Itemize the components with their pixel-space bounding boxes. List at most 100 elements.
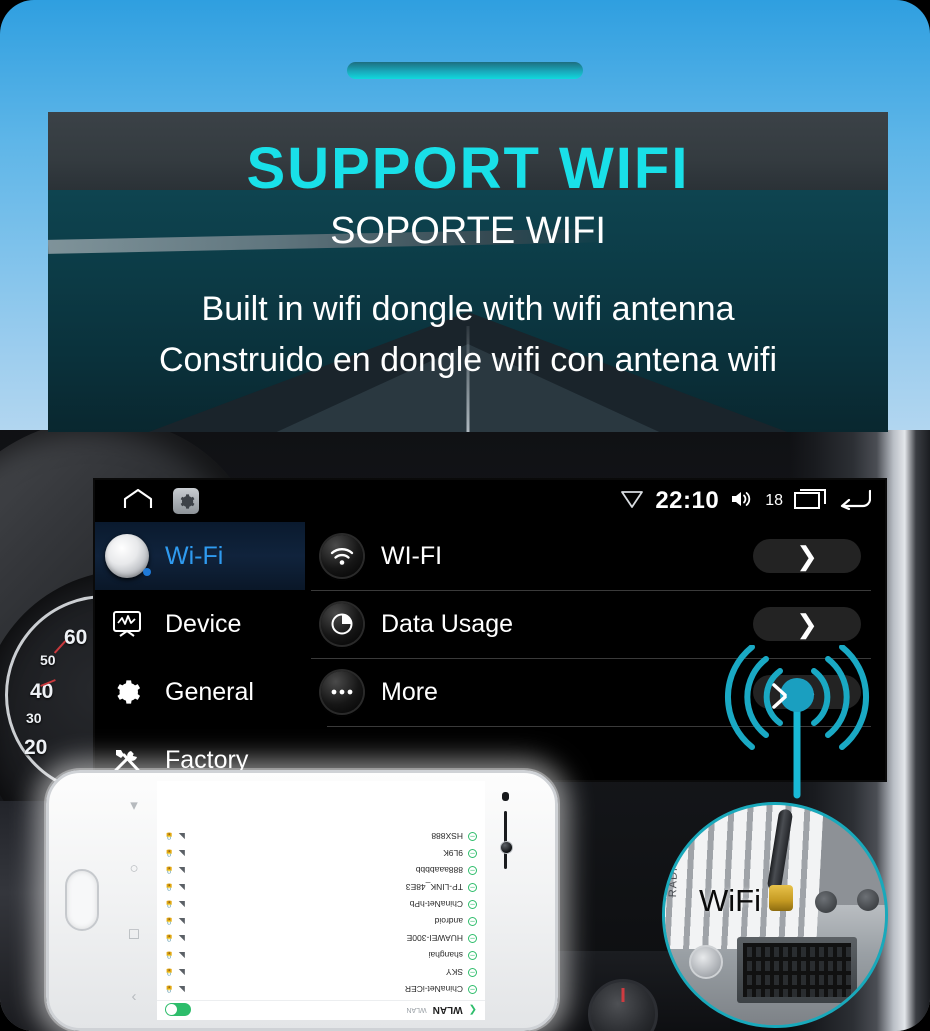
sidebar-item-wifi[interactable]: Wi-Fi (95, 522, 305, 590)
row-divider (327, 726, 871, 727)
lock-icon: 🔒 (165, 951, 174, 959)
chevron-right-icon: ❯ (796, 541, 818, 571)
network-name: ChinaNet-iCER (404, 984, 463, 995)
status-bar-right-group: 22:10 18 (620, 480, 872, 522)
home-icon[interactable] (123, 488, 153, 515)
setting-row-more[interactable]: More ❯ (305, 658, 885, 726)
list-item[interactable]: – HUAWEI-300E ◣ 🔒 (165, 930, 477, 947)
gauge-tick-50: 50 (40, 652, 56, 668)
three-dots-icon (321, 671, 363, 713)
gauge-tick-30: 30 (26, 710, 42, 726)
phone-right-edge (489, 773, 539, 1028)
setting-row-open-button[interactable]: ❯ (753, 539, 861, 573)
network-status-icon: – (468, 883, 477, 893)
wifi-icon (321, 535, 363, 577)
head-unit-settings-screen[interactable]: 22:10 18 Wi-Fi Device General Factory WI… (95, 480, 885, 780)
phone-screen-subtitle: WLAN (406, 1006, 427, 1013)
network-status-icon: – (468, 968, 477, 978)
gear-icon[interactable] (173, 488, 199, 514)
setting-row-data-usage[interactable]: Data Usage ❯ (305, 590, 885, 658)
hero-title: SUPPORT WIFI (246, 136, 690, 201)
list-item[interactable]: – TP-LINK_48E3 ◣ 🔒 (165, 879, 477, 896)
home-circle-icon[interactable]: ○ (129, 860, 138, 877)
top-accent-bar (347, 62, 583, 79)
chevron-right-icon: ❯ (796, 677, 818, 707)
signal-icon: ◣ (178, 866, 185, 875)
chevron-right-icon: ❯ (796, 609, 818, 639)
list-item[interactable]: – ChinaNet-iCER ◣ 🔒 (165, 981, 477, 998)
list-item[interactable]: – SKY ◣ 🔒 (165, 964, 477, 981)
lock-icon: 🔒 (165, 985, 174, 993)
setting-row-label: More (381, 677, 438, 706)
recents-square-icon[interactable]: ◻ (128, 924, 140, 942)
gauge-tick-60: 60 (64, 626, 88, 649)
screw-icon (689, 945, 723, 979)
lock-icon: 🔒 (165, 832, 174, 840)
phone-screen-header: ❮ WLAN WLAN (157, 1000, 485, 1020)
network-name: android (434, 916, 463, 927)
phone-home-button[interactable] (65, 869, 99, 931)
lock-icon: 🔒 (165, 968, 174, 976)
network-name: SKY (445, 967, 463, 978)
gear-icon (99, 678, 155, 706)
phone-screen[interactable]: ❮ WLAN WLAN – ChinaNet-iCER ◣ 🔒 – SKY ◣ 🔒 – sha… (157, 781, 485, 1020)
pin-connector-icon (737, 937, 857, 1003)
list-item[interactable]: – android ◣ 🔒 (165, 913, 477, 930)
settings-body: Wi-Fi Device General Factory WI-FI ❯ Dat… (95, 522, 885, 780)
sidebar-item-label: General (165, 677, 254, 706)
back-arrow-icon[interactable] (837, 488, 872, 515)
sidebar-item-label: Device (165, 609, 242, 638)
list-item[interactable]: –888aaabbbb ◣ 🔒 (165, 862, 477, 879)
phone-mockup: ▾ ○ ◻ ‹ ❮ WLAN WLAN – ChinaNet-iCER ◣ 🔒 – SK… (46, 770, 558, 1031)
heatsink-fins (665, 805, 824, 949)
network-status-icon: – (468, 985, 477, 995)
lock-icon: 🔒 (165, 900, 174, 908)
signal-icon: ◣ (178, 934, 185, 943)
promo-page: 60 50 40 30 20 SUPPORT WIFI SOPORTE WIFI… (0, 0, 930, 1031)
device-monitor-icon (99, 610, 155, 638)
network-name: 9L9K (443, 848, 463, 859)
back-chevron-icon[interactable]: ‹ (132, 988, 137, 1005)
setting-row-open-button[interactable]: ❯ (753, 675, 861, 709)
setting-row-label: WI-FI (381, 541, 443, 570)
wlan-toggle[interactable] (165, 1003, 191, 1016)
signal-icon: ◣ (178, 985, 185, 994)
network-status-icon: – (468, 832, 477, 842)
wifi-triangle-icon (620, 489, 644, 514)
phone-speaker (502, 792, 509, 801)
signal-icon: ◣ (178, 832, 185, 841)
phone-screen-title: WLAN (432, 1004, 463, 1015)
lock-icon: 🔒 (165, 866, 174, 874)
back-triangle-icon[interactable]: ▾ (130, 796, 138, 814)
phone-camera (500, 841, 513, 854)
setting-row-wifi[interactable]: WI-FI ❯ (305, 522, 885, 590)
port-hole-2 (857, 889, 879, 911)
network-name: ChinaNet-hPb (409, 899, 463, 910)
list-item[interactable]: – HSX888 ◣ 🔒 (165, 828, 477, 845)
network-name: HUAWEI-300E (406, 933, 463, 944)
sidebar-item-device[interactable]: Device (95, 590, 305, 658)
sidebar-item-label: Wi-Fi (165, 541, 224, 570)
list-item[interactable]: –9L9K ◣ 🔒 (165, 845, 477, 862)
setting-row-label: Data Usage (381, 609, 514, 638)
network-name: HSX888 (431, 831, 463, 842)
network-name: 888aaabbbb (415, 865, 463, 876)
volume-icon[interactable] (730, 489, 754, 514)
sidebar-item-general[interactable]: General (95, 658, 305, 726)
signal-icon: ◣ (178, 968, 185, 977)
network-status-icon: – (468, 849, 477, 859)
gauge-tick-20: 20 (24, 736, 48, 759)
recents-icon[interactable] (794, 488, 826, 515)
hero-line-spanish: Construido en dongle wifi con antena wif… (158, 341, 778, 379)
lock-icon: 🔒 (165, 849, 174, 857)
list-item[interactable]: – ChinaNet-hPb ◣ 🔒 (165, 896, 477, 913)
network-status-icon: – (468, 866, 477, 876)
phone-back-icon[interactable]: ❮ (469, 1004, 477, 1015)
list-item[interactable]: – shanghai ◣ 🔒 (165, 947, 477, 964)
volume-level: 18 (765, 492, 783, 509)
signal-icon: ◣ (178, 917, 185, 926)
setting-row-open-button[interactable]: ❯ (753, 607, 861, 641)
lock-icon: 🔒 (165, 934, 174, 942)
lock-icon: 🔒 (165, 883, 174, 891)
status-bar-clock: 22:10 (655, 487, 720, 514)
